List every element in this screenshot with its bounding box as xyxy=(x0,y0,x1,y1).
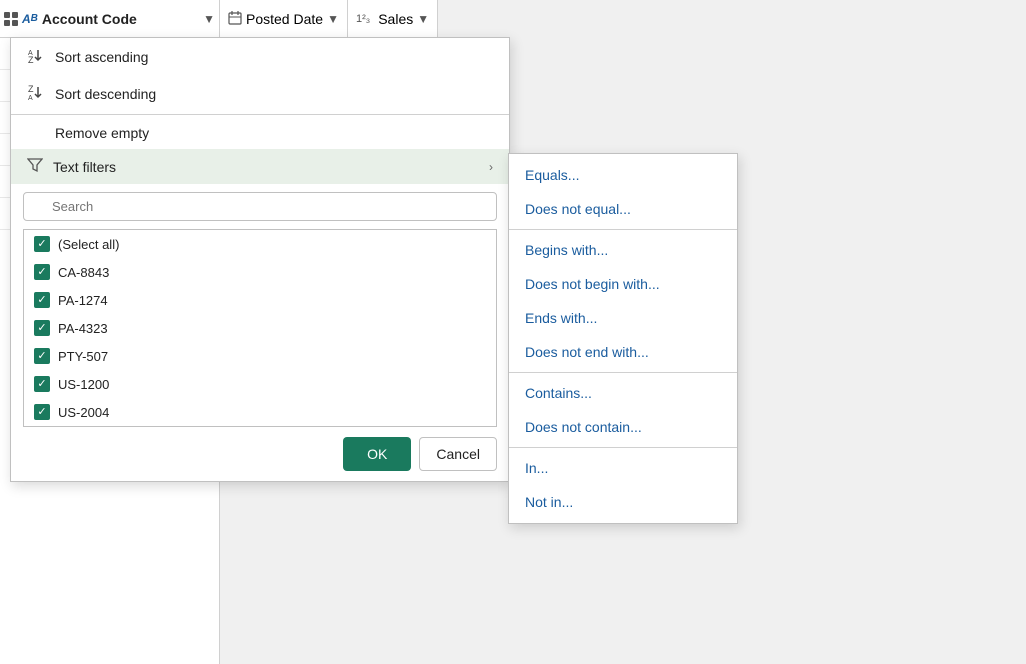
text-filters-label: Text filters xyxy=(53,159,479,175)
posted-date-dropdown-arrow: ▼ xyxy=(327,12,339,26)
remove-empty-label: Remove empty xyxy=(55,125,493,141)
submenu-in[interactable]: In... xyxy=(509,451,737,485)
remove-empty-item[interactable]: Remove empty xyxy=(11,117,509,149)
checkbox-us-1200-label: US-1200 xyxy=(58,377,109,392)
checkbox-us-1200-cb: ✓ xyxy=(34,376,50,392)
sales-col-title: Sales xyxy=(378,11,413,27)
sort-ascending-item[interactable]: A Z Sort ascending xyxy=(11,38,509,75)
submenu-arrow: › xyxy=(489,160,493,174)
submenu-contains[interactable]: Contains... xyxy=(509,376,737,410)
submenu-equals[interactable]: Equals... xyxy=(509,158,737,192)
submenu-does-not-begin-with[interactable]: Does not begin with... xyxy=(509,267,737,301)
cancel-button[interactable]: Cancel xyxy=(419,437,497,471)
search-box-wrap: 🔍 xyxy=(11,184,509,229)
submenu-ends-with[interactable]: Ends with... xyxy=(509,301,737,335)
checkbox-pa-1274-cb: ✓ xyxy=(34,292,50,308)
checkbox-pa-1274[interactable]: ✓ PA-1274 xyxy=(24,286,496,314)
sort-descending-icon: Z A xyxy=(27,83,45,104)
checkbox-ca-8843-label: CA-8843 xyxy=(58,265,109,280)
checkbox-us-2004-label: US-2004 xyxy=(58,405,109,420)
account-code-dropdown-arrow: ▼ xyxy=(203,12,215,26)
checkbox-pty-507[interactable]: ✓ PTY-507 xyxy=(24,342,496,370)
grid-icon xyxy=(4,12,18,26)
checkbox-select-all-cb: ✓ xyxy=(34,236,50,252)
checkbox-ca-8843[interactable]: ✓ CA-8843 xyxy=(24,258,496,286)
text-filters-item[interactable]: Text filters › xyxy=(11,149,509,184)
checkbox-pa-1274-label: PA-1274 xyxy=(58,293,108,308)
sales-header[interactable]: 1²₃ Sales ▼ xyxy=(348,0,438,38)
posted-date-col-title: Posted Date xyxy=(246,11,323,27)
submenu-does-not-equal[interactable]: Does not equal... xyxy=(509,192,737,226)
search-input[interactable] xyxy=(23,192,497,221)
submenu-sep-1 xyxy=(509,229,737,230)
ok-button[interactable]: OK xyxy=(343,437,411,471)
search-wrap: 🔍 xyxy=(23,192,497,221)
extra-headers: Posted Date ▼ 1²₃ Sales ▼ xyxy=(220,0,438,38)
checkbox-pty-507-cb: ✓ xyxy=(34,348,50,364)
text-filters-submenu: Equals... Does not equal... Begins with.… xyxy=(508,153,738,524)
checkbox-pa-4323-label: PA-4323 xyxy=(58,321,108,336)
checkbox-list: ✓ (Select all) ✓ CA-8843 ✓ PA-1274 ✓ PA-… xyxy=(23,229,497,427)
checkbox-us-1200[interactable]: ✓ US-1200 xyxy=(24,370,496,398)
calendar-icon xyxy=(228,11,242,28)
submenu-does-not-end-with[interactable]: Does not end with... xyxy=(509,335,737,369)
sort-descending-item[interactable]: Z A Sort descending xyxy=(11,75,509,112)
text-type-icon: AB xyxy=(22,12,38,26)
account-code-header[interactable]: AB Account Code ▼ xyxy=(0,0,219,38)
svg-text:A: A xyxy=(28,95,33,101)
menu-footer: OK Cancel xyxy=(11,427,509,481)
sort-ascending-icon: A Z xyxy=(27,46,45,67)
checkbox-pty-507-label: PTY-507 xyxy=(58,349,108,364)
number-type-icon: 1²₃ xyxy=(356,13,370,25)
sort-descending-label: Sort descending xyxy=(55,86,493,102)
sales-dropdown-arrow: ▼ xyxy=(417,12,429,26)
checkbox-pa-4323-cb: ✓ xyxy=(34,320,50,336)
checkbox-pa-4323[interactable]: ✓ PA-4323 xyxy=(24,314,496,342)
account-code-col-title: Account Code xyxy=(42,11,199,27)
submenu-sep-3 xyxy=(509,447,737,448)
checkbox-ca-8843-cb: ✓ xyxy=(34,264,50,280)
svg-text:Z: Z xyxy=(28,55,34,64)
submenu-does-not-contain[interactable]: Does not contain... xyxy=(509,410,737,444)
svg-text:Z: Z xyxy=(28,84,34,94)
separator-1 xyxy=(11,114,509,115)
checkbox-us-2004[interactable]: ✓ US-2004 xyxy=(24,398,496,426)
dropdown-menu: A Z Sort ascending Z A Sort descending R… xyxy=(10,37,510,482)
checkbox-us-2004-cb: ✓ xyxy=(34,404,50,420)
posted-date-header[interactable]: Posted Date ▼ xyxy=(220,0,348,38)
checkbox-select-all-label: (Select all) xyxy=(58,237,119,252)
sort-ascending-label: Sort ascending xyxy=(55,49,493,65)
submenu-not-in[interactable]: Not in... xyxy=(509,485,737,519)
submenu-sep-2 xyxy=(509,372,737,373)
submenu-begins-with[interactable]: Begins with... xyxy=(509,233,737,267)
checkbox-select-all[interactable]: ✓ (Select all) xyxy=(24,230,496,258)
filter-icon xyxy=(27,157,43,176)
